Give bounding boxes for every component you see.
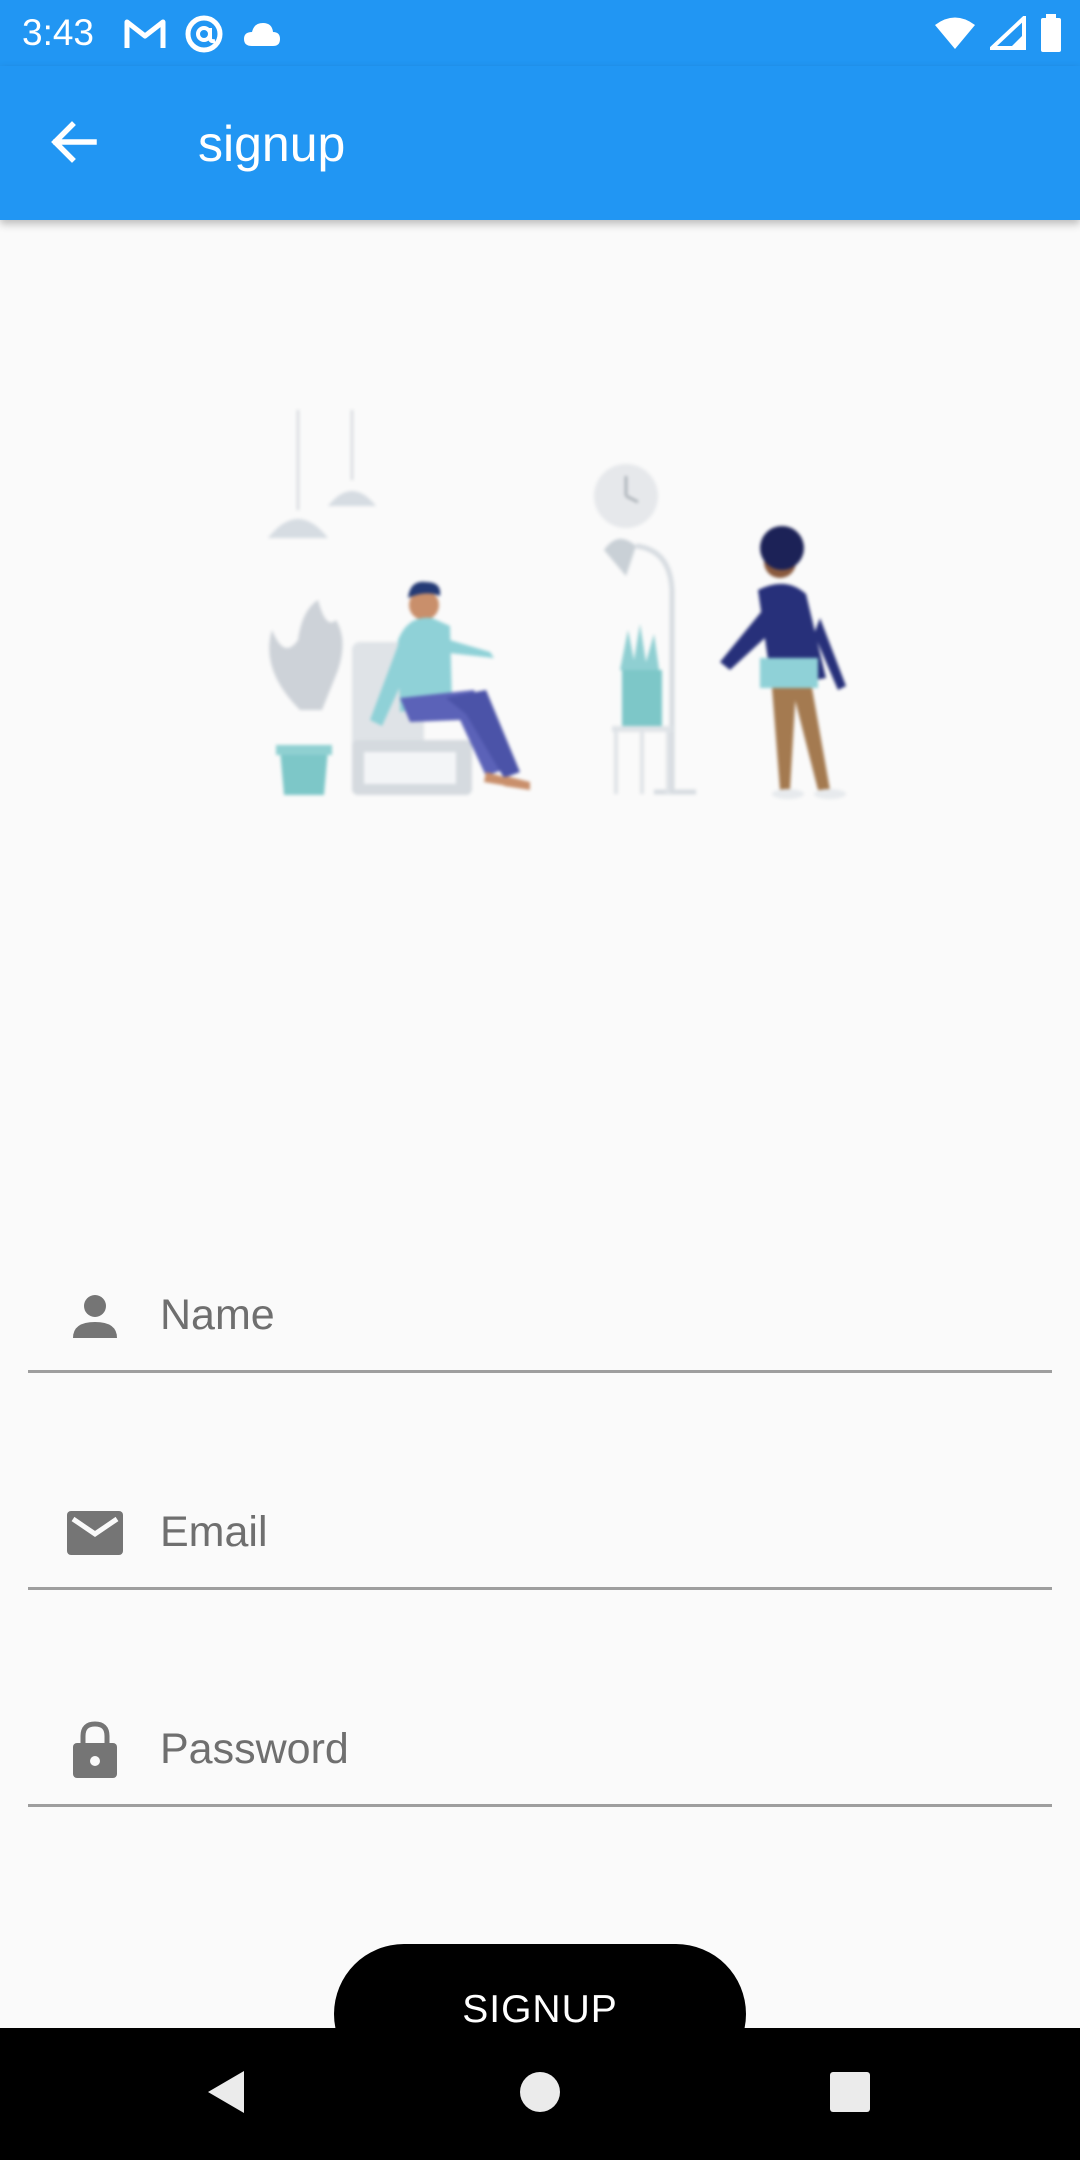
app-bar: signup	[0, 66, 1080, 220]
nav-back-button[interactable]	[190, 2058, 262, 2130]
page-title: signup	[198, 116, 346, 172]
back-triangle-icon	[204, 2069, 248, 2120]
status-bar: 3:43	[0, 0, 1080, 66]
password-input[interactable]	[160, 1711, 1020, 1787]
recents-square-icon	[829, 2071, 871, 2118]
name-input[interactable]	[160, 1277, 1020, 1353]
arrow-back-icon	[48, 117, 98, 172]
signup-illustration	[240, 390, 860, 830]
status-right-icons	[934, 13, 1062, 57]
nav-recents-button[interactable]	[814, 2058, 886, 2130]
person-icon	[66, 1287, 124, 1345]
battery-icon	[1040, 14, 1062, 57]
lock-icon	[66, 1721, 124, 1779]
back-button[interactable]	[40, 111, 106, 177]
status-left-icons	[124, 14, 282, 59]
at-sign-icon	[184, 14, 224, 59]
email-input[interactable]	[160, 1494, 1020, 1570]
signal-icon	[986, 13, 1026, 55]
name-field[interactable]	[28, 1243, 1052, 1373]
wifi-icon	[934, 16, 976, 55]
password-field[interactable]	[28, 1677, 1052, 1807]
cloud-icon	[242, 20, 282, 53]
email-field[interactable]	[28, 1460, 1052, 1590]
status-time: 3:43	[22, 12, 95, 53]
navigation-bar	[0, 2028, 1080, 2160]
mail-icon	[66, 1504, 124, 1562]
nav-home-button[interactable]	[504, 2058, 576, 2130]
home-circle-icon	[518, 2070, 562, 2119]
gmail-icon	[124, 17, 166, 56]
